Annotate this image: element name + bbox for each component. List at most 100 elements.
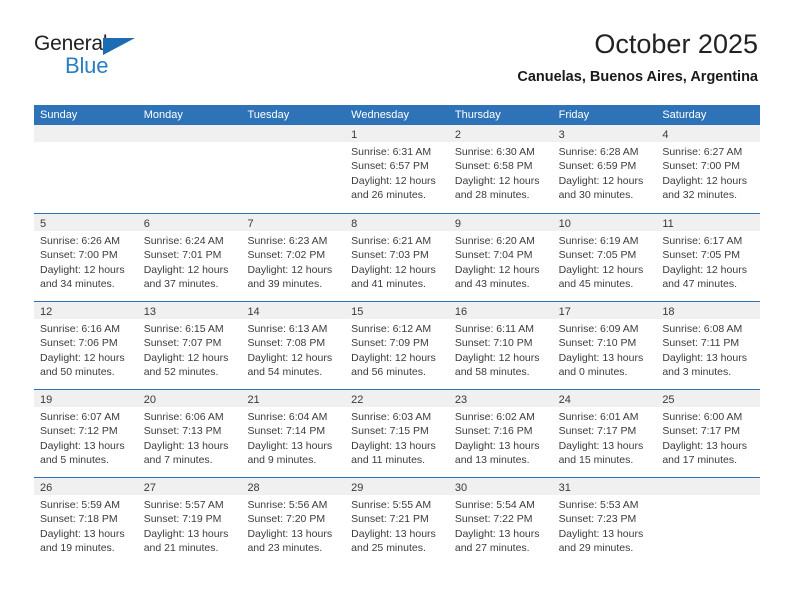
calendar-week-row: 1 Sunrise: 6:31 AM Sunset: 6:57 PM Daylight…	[34, 125, 761, 213]
daylight-duration-line1: Daylight: 12 hours	[558, 174, 644, 187]
logo-text-blue: Blue	[65, 53, 109, 78]
sunset-time: Sunset: 6:57 PM	[351, 160, 429, 173]
day-number-band: 2	[448, 125, 553, 142]
calendar-day-cell[interactable]: 11 Sunrise: 6:17 AM Sunset: 7:05 PM Dayligh…	[656, 214, 761, 301]
calendar-day-cell[interactable]: 23 Sunrise: 6:02 AM Sunset: 7:16 PM Dayligh…	[448, 390, 553, 477]
calendar-day-cell[interactable]: 6 Sunrise: 6:24 AM Sunset: 7:01 PM Daylight…	[137, 214, 242, 301]
calendar-day-cell[interactable]: 26 Sunrise: 5:59 AM Sunset: 7:18 PM Dayligh…	[34, 478, 138, 565]
daylight-duration-line2: and 47 minutes.	[662, 278, 738, 291]
sunset-time: Sunset: 7:06 PM	[40, 337, 118, 350]
daylight-duration-line1: Daylight: 13 hours	[558, 439, 644, 452]
sunrise-time: Sunrise: 6:17 AM	[662, 235, 743, 247]
day-details: Sunrise: 6:09 AM Sunset: 7:10 PM Daylight:…	[553, 319, 657, 380]
day-number: 12	[40, 306, 53, 318]
general-blue-logo: General Blue	[34, 32, 214, 88]
day-number-band: 6	[137, 214, 242, 231]
daylight-duration-line1: Daylight: 12 hours	[558, 263, 644, 276]
calendar-day-cell[interactable]: 15 Sunrise: 6:12 AM Sunset: 7:09 PM Dayligh…	[345, 302, 449, 389]
daylight-duration-line1: Daylight: 13 hours	[143, 527, 229, 540]
calendar-day-cell[interactable]: 12 Sunrise: 6:16 AM Sunset: 7:06 PM Dayligh…	[34, 302, 138, 389]
calendar-day-cell[interactable]: 1 Sunrise: 6:31 AM Sunset: 6:57 PM Daylight…	[345, 125, 449, 213]
daylight-duration-line1: Daylight: 13 hours	[558, 527, 644, 540]
sunrise-time: Sunrise: 6:06 AM	[143, 411, 224, 423]
day-number: 7	[247, 218, 254, 230]
sunrise-time: Sunrise: 6:08 AM	[662, 323, 743, 335]
sunrise-time: Sunrise: 6:13 AM	[247, 323, 328, 335]
day-number-band: 21	[241, 390, 346, 407]
day-details: Sunrise: 6:20 AM Sunset: 7:04 PM Daylight:…	[449, 231, 553, 292]
calendar-day-cell[interactable]: 14 Sunrise: 6:13 AM Sunset: 7:08 PM Dayligh…	[241, 302, 346, 389]
day-details: Sunrise: 5:54 AM Sunset: 7:22 PM Daylight:…	[449, 495, 553, 556]
sunset-time: Sunset: 7:17 PM	[662, 425, 740, 438]
calendar-day-cell[interactable]: 30 Sunrise: 5:54 AM Sunset: 7:22 PM Dayligh…	[448, 478, 553, 565]
calendar-week-row: 19 Sunrise: 6:07 AM Sunset: 7:12 PM Dayligh…	[34, 389, 761, 477]
day-details: Sunrise: 6:27 AM Sunset: 7:00 PM Daylight:…	[656, 142, 760, 203]
calendar-day-cell[interactable]: 25 Sunrise: 6:00 AM Sunset: 7:17 PM Dayligh…	[656, 390, 761, 477]
calendar-day-cell[interactable]: 2 Sunrise: 6:30 AM Sunset: 6:58 PM Daylight…	[448, 125, 553, 213]
sunrise-time: Sunrise: 6:31 AM	[351, 146, 432, 158]
daylight-duration-line1: Daylight: 12 hours	[351, 351, 436, 364]
calendar-day-cell[interactable]: 22 Sunrise: 6:03 AM Sunset: 7:15 PM Dayligh…	[345, 390, 449, 477]
daylight-duration-line1: Daylight: 13 hours	[662, 439, 747, 452]
calendar-day-cell[interactable]: 19 Sunrise: 6:07 AM Sunset: 7:12 PM Dayligh…	[34, 390, 138, 477]
calendar-day-cell[interactable]: 27 Sunrise: 5:57 AM Sunset: 7:19 PM Dayligh…	[137, 478, 242, 565]
day-details: Sunrise: 6:13 AM Sunset: 7:08 PM Daylight:…	[241, 319, 345, 380]
calendar-day-cell[interactable]: 3 Sunrise: 6:28 AM Sunset: 6:59 PM Daylight…	[552, 125, 657, 213]
calendar-day-cell[interactable]: 8 Sunrise: 6:21 AM Sunset: 7:03 PM Daylight…	[345, 214, 449, 301]
day-details: Sunrise: 6:01 AM Sunset: 7:17 PM Daylight:…	[553, 407, 657, 468]
calendar-day-cell[interactable]: 10 Sunrise: 6:19 AM Sunset: 7:05 PM Dayligh…	[552, 214, 657, 301]
daylight-duration-line2: and 58 minutes.	[454, 366, 530, 379]
daylight-duration-line1: Daylight: 12 hours	[143, 263, 229, 276]
calendar-day-cell[interactable]: 9 Sunrise: 6:20 AM Sunset: 7:04 PM Daylight…	[448, 214, 553, 301]
calendar-day-cell[interactable]: 18 Sunrise: 6:08 AM Sunset: 7:11 PM Dayligh…	[656, 302, 761, 389]
sunset-time: Sunset: 7:00 PM	[662, 160, 740, 173]
day-details: Sunrise: 6:30 AM Sunset: 6:58 PM Daylight:…	[449, 142, 553, 203]
daylight-duration-line2: and 25 minutes.	[351, 542, 426, 555]
calendar-day-cell[interactable]: 20 Sunrise: 6:06 AM Sunset: 7:13 PM Dayligh…	[137, 390, 242, 477]
calendar-day-cell[interactable]: 17 Sunrise: 6:09 AM Sunset: 7:10 PM Dayligh…	[552, 302, 657, 389]
calendar-day-cell-empty	[656, 478, 761, 565]
sunrise-time: Sunrise: 6:02 AM	[454, 411, 535, 423]
day-number: 15	[351, 306, 364, 318]
day-number: 29	[351, 482, 364, 494]
sunrise-time: Sunrise: 5:57 AM	[143, 499, 224, 511]
daylight-duration-line1: Daylight: 13 hours	[143, 439, 229, 452]
calendar-day-cell[interactable]: 24 Sunrise: 6:01 AM Sunset: 7:17 PM Dayligh…	[552, 390, 657, 477]
day-number-band: 30	[448, 478, 553, 495]
day-number: 20	[143, 394, 156, 406]
daylight-duration-line1: Daylight: 13 hours	[40, 439, 125, 452]
daylight-duration-line1: Daylight: 12 hours	[247, 263, 333, 276]
sunset-time: Sunset: 7:05 PM	[558, 249, 637, 262]
calendar-day-cell[interactable]: 29 Sunrise: 5:55 AM Sunset: 7:21 PM Dayligh…	[345, 478, 449, 565]
calendar-day-cell[interactable]: 31 Sunrise: 5:53 AM Sunset: 7:23 PM Dayligh…	[552, 478, 657, 565]
calendar-day-cell[interactable]: 4 Sunrise: 6:27 AM Sunset: 7:00 PM Daylight…	[656, 125, 761, 213]
sunrise-time: Sunrise: 6:16 AM	[40, 323, 120, 335]
day-number-band: 1	[345, 125, 449, 142]
sunrise-time: Sunrise: 5:56 AM	[247, 499, 328, 511]
day-details: Sunrise: 6:21 AM Sunset: 7:03 PM Daylight:…	[345, 231, 449, 292]
weekday-header-monday: Monday	[143, 109, 183, 121]
day-number: 16	[454, 306, 468, 318]
daylight-duration-line1: Daylight: 12 hours	[454, 174, 540, 187]
day-number-band	[137, 125, 242, 142]
day-details: Sunrise: 6:31 AM Sunset: 6:57 PM Daylight:…	[345, 142, 449, 203]
daylight-duration-line2: and 30 minutes.	[558, 189, 634, 202]
sunset-time: Sunset: 7:03 PM	[351, 249, 429, 262]
calendar-week-row: 12 Sunrise: 6:16 AM Sunset: 7:06 PM Dayligh…	[34, 301, 761, 389]
sunset-time: Sunset: 7:23 PM	[558, 513, 637, 526]
sunrise-time: Sunrise: 5:54 AM	[454, 499, 535, 511]
day-number-band	[241, 125, 346, 142]
calendar-day-cell[interactable]: 28 Sunrise: 5:56 AM Sunset: 7:20 PM Dayligh…	[241, 478, 346, 565]
calendar-day-cell[interactable]: 7 Sunrise: 6:23 AM Sunset: 7:02 PM Daylight…	[241, 214, 346, 301]
title-block: October 2025 Canuelas, Buenos Aires, Arg…	[517, 28, 758, 87]
sunset-time: Sunset: 7:02 PM	[247, 249, 326, 262]
daylight-duration-line2: and 56 minutes.	[351, 366, 426, 379]
calendar-day-cell[interactable]: 5 Sunrise: 6:26 AM Sunset: 7:00 PM Daylight…	[34, 214, 138, 301]
calendar-day-cell[interactable]: 16 Sunrise: 6:11 AM Sunset: 7:10 PM Dayligh…	[448, 302, 553, 389]
day-number-band: 28	[241, 478, 346, 495]
calendar-day-cell[interactable]: 13 Sunrise: 6:15 AM Sunset: 7:07 PM Dayligh…	[137, 302, 242, 389]
daylight-duration-line1: Daylight: 13 hours	[40, 527, 125, 540]
calendar-day-cell[interactable]: 21 Sunrise: 6:04 AM Sunset: 7:14 PM Dayligh…	[241, 390, 346, 477]
sunset-time: Sunset: 7:07 PM	[143, 337, 222, 350]
daylight-duration-line2: and 26 minutes.	[351, 189, 426, 202]
